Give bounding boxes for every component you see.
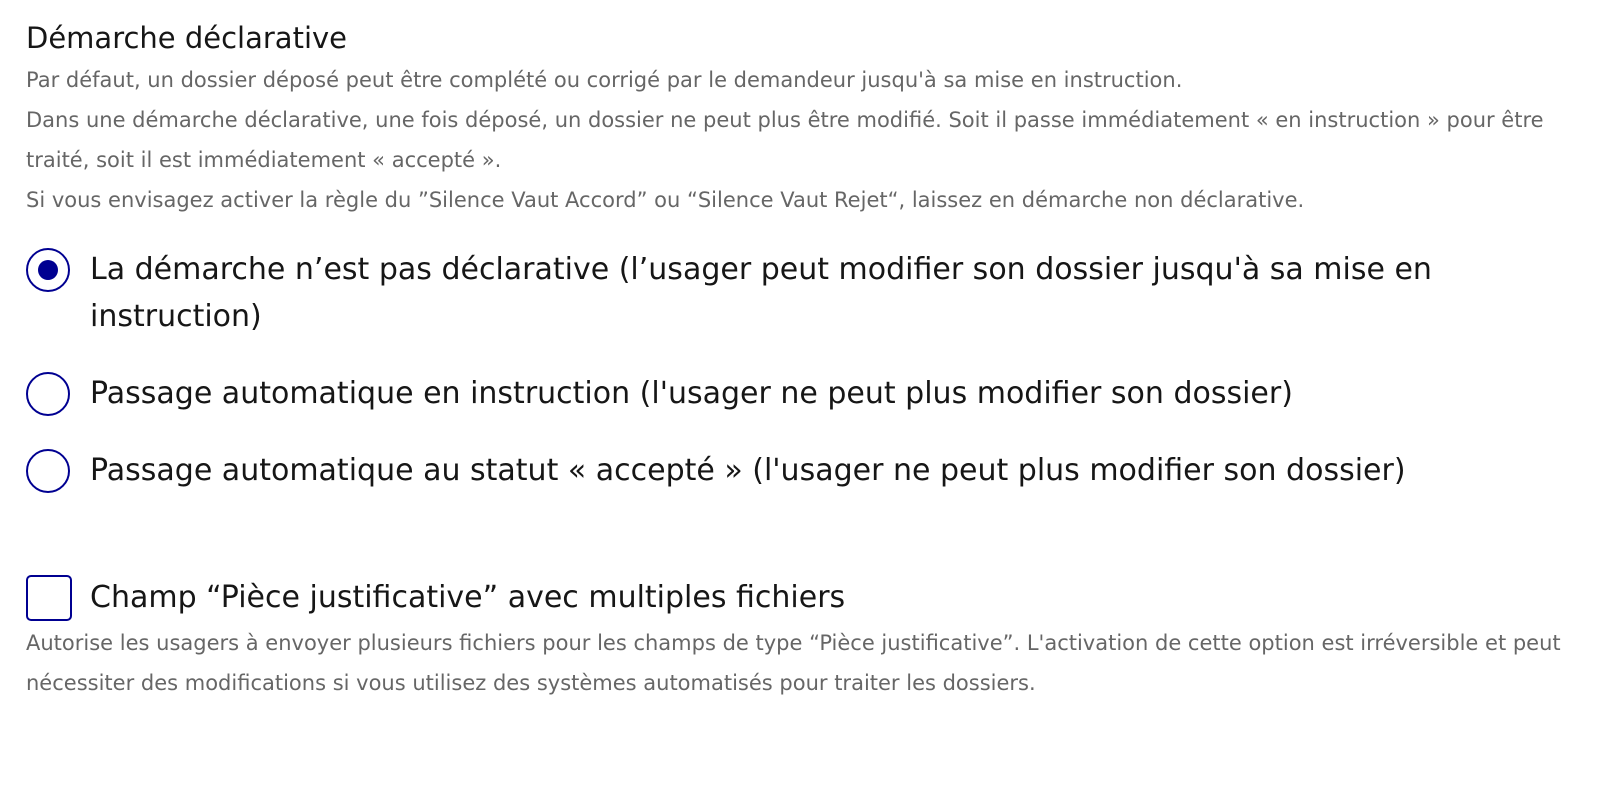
declarative-hint: Par défaut, un dossier déposé peut être … xyxy=(26,60,1596,220)
radio-label-non-declarative: La démarche n’est pas déclarative (l’usa… xyxy=(90,252,1432,334)
radio-option-auto-instruction[interactable]: Passage automatique en instruction (l'us… xyxy=(26,370,1596,417)
radio-button-unchecked[interactable] xyxy=(26,372,70,416)
radio-option-auto-accepted[interactable]: Passage automatique au statut « accepté … xyxy=(26,447,1596,494)
radio-label-auto-instruction: Passage automatique en instruction (l'us… xyxy=(90,376,1293,411)
declarative-fieldset: Démarche déclarative Par défaut, un doss… xyxy=(26,18,1596,494)
declarative-hint-line-1: Par défaut, un dossier déposé peut être … xyxy=(26,68,1183,92)
radio-button-checked[interactable] xyxy=(26,248,70,292)
declarative-hint-line-3: Si vous envisagez activer la règle du ”S… xyxy=(26,188,1305,212)
multiple-files-group: Champ “Pièce justificative” avec multipl… xyxy=(26,574,1596,703)
radio-button-unchecked[interactable] xyxy=(26,449,70,493)
multiple-files-option[interactable]: Champ “Pièce justificative” avec multipl… xyxy=(26,574,1596,621)
multiple-files-hint: Autorise les usagers à envoyer plusieurs… xyxy=(26,631,1561,695)
multiple-files-label: Champ “Pièce justificative” avec multipl… xyxy=(90,580,846,615)
radio-option-non-declarative[interactable]: La démarche n’est pas déclarative (l’usa… xyxy=(26,246,1596,340)
multiple-files-checkbox[interactable] xyxy=(26,575,72,621)
radio-label-auto-accepted: Passage automatique au statut « accepté … xyxy=(90,453,1406,488)
declarative-title: Démarche déclarative xyxy=(26,21,348,55)
declarative-options: La démarche n’est pas déclarative (l’usa… xyxy=(26,246,1596,494)
settings-form: Démarche déclarative Par défaut, un doss… xyxy=(26,18,1596,703)
declarative-hint-line-2: Dans une démarche déclarative, une fois … xyxy=(26,108,1544,172)
